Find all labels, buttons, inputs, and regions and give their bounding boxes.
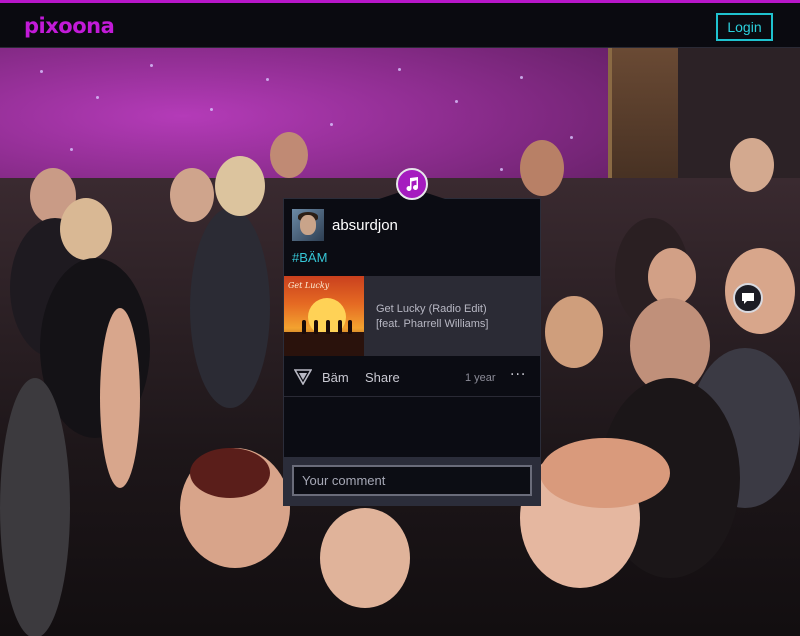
track-title-line2: [feat. Pharrell Williams] — [376, 318, 489, 330]
track-title-line1: Get Lucky (Radio Edit) — [376, 303, 487, 315]
album-cover: Get Lucky — [284, 276, 364, 356]
logo[interactable]: pixoona — [24, 14, 115, 38]
top-bar: pixoona Login — [0, 0, 800, 48]
more-options-icon[interactable]: ··· — [510, 367, 526, 383]
post-age: 1 year — [465, 372, 496, 384]
comment-marker[interactable] — [733, 283, 763, 313]
bam-button[interactable]: Bäm — [322, 370, 349, 385]
music-note-icon — [406, 177, 418, 191]
hashtag[interactable]: #BÄM — [292, 250, 327, 265]
login-button[interactable]: Login — [716, 13, 773, 41]
username[interactable]: absurdjon — [332, 217, 398, 234]
music-badge[interactable] — [396, 168, 428, 200]
cover-text: Get Lucky — [288, 281, 330, 290]
comment-area — [284, 457, 540, 505]
avatar[interactable] — [292, 209, 324, 241]
post-card: absurdjon #BÄM Get Lucky Get Lucky (Radi… — [283, 198, 541, 506]
speech-bubble-icon — [742, 292, 754, 304]
share-button[interactable]: Share — [365, 370, 400, 385]
track-item[interactable]: Get Lucky Get Lucky (Radio Edit) [feat. … — [284, 276, 540, 356]
comment-input[interactable] — [292, 465, 532, 496]
track-title: Get Lucky (Radio Edit) [feat. Pharrell W… — [376, 302, 488, 332]
post-actions: Bäm Share 1 year ··· — [284, 359, 540, 397]
bam-icon[interactable] — [294, 369, 312, 385]
